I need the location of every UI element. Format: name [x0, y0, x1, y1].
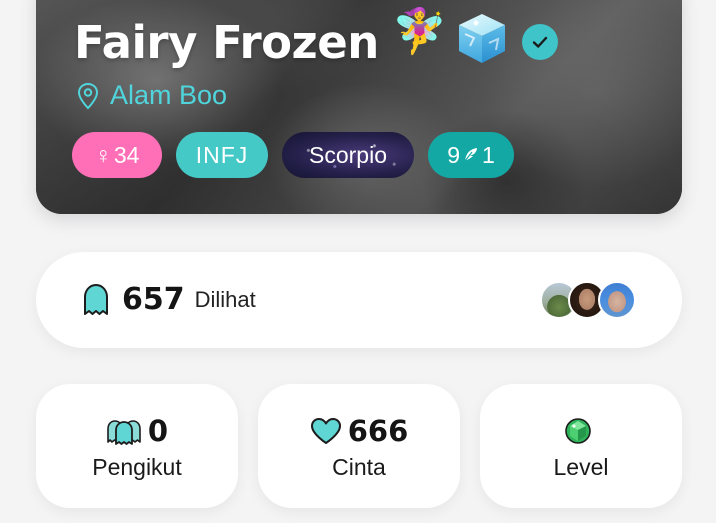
location-pin-icon — [77, 82, 99, 109]
wealth-level-tag: 9 1 — [428, 132, 514, 178]
profile-header-card: Fairy Frozen 🧚‍♀️ — [36, 0, 682, 214]
gem-icon — [565, 418, 591, 444]
views-label: Dilihat — [194, 286, 256, 312]
female-icon: ♀ — [94, 141, 112, 168]
gender-age-tag: ♀ 34 — [72, 132, 162, 178]
views-count: 657 — [122, 282, 185, 317]
verified-badge — [522, 24, 558, 60]
stats-row: 0 Pengikut 666 Cinta Level — [36, 384, 682, 508]
recent-viewers[interactable] — [540, 281, 636, 319]
level-card[interactable]: Level — [480, 384, 682, 508]
followers-count: 0 — [147, 414, 169, 448]
ice-cube-icon — [459, 14, 505, 63]
followers-card[interactable]: 0 Pengikut — [36, 384, 238, 508]
love-card[interactable]: 666 Cinta — [258, 384, 460, 508]
fairy-emoji-icon: 🧚‍♀️ — [392, 7, 447, 56]
profile-tags: ♀ 34 INFJ Scorpio 9 1 — [72, 132, 514, 178]
age-value: 34 — [113, 141, 140, 168]
feather-icon — [464, 148, 477, 162]
wealth-level-left: 9 — [447, 141, 460, 168]
ghost-icon — [84, 283, 108, 315]
level-label: Level — [553, 454, 609, 480]
profile-views-card[interactable]: 657 Dilihat — [36, 252, 682, 348]
love-label: Cinta — [332, 454, 386, 480]
location-row: Alam Boo — [76, 80, 227, 111]
love-count: 666 — [347, 414, 409, 448]
avatar[interactable] — [598, 281, 636, 319]
zodiac-tag: Scorpio — [282, 132, 414, 178]
location-text: Alam Boo — [110, 80, 228, 110]
check-icon — [532, 36, 548, 48]
profile-name: Fairy Frozen — [74, 16, 379, 69]
followers-label: Pengikut — [92, 454, 182, 480]
heart-icon — [310, 418, 341, 444]
followers-icon — [107, 420, 141, 445]
wealth-level-right: 1 — [482, 141, 495, 168]
mbti-tag: INFJ — [176, 132, 268, 178]
